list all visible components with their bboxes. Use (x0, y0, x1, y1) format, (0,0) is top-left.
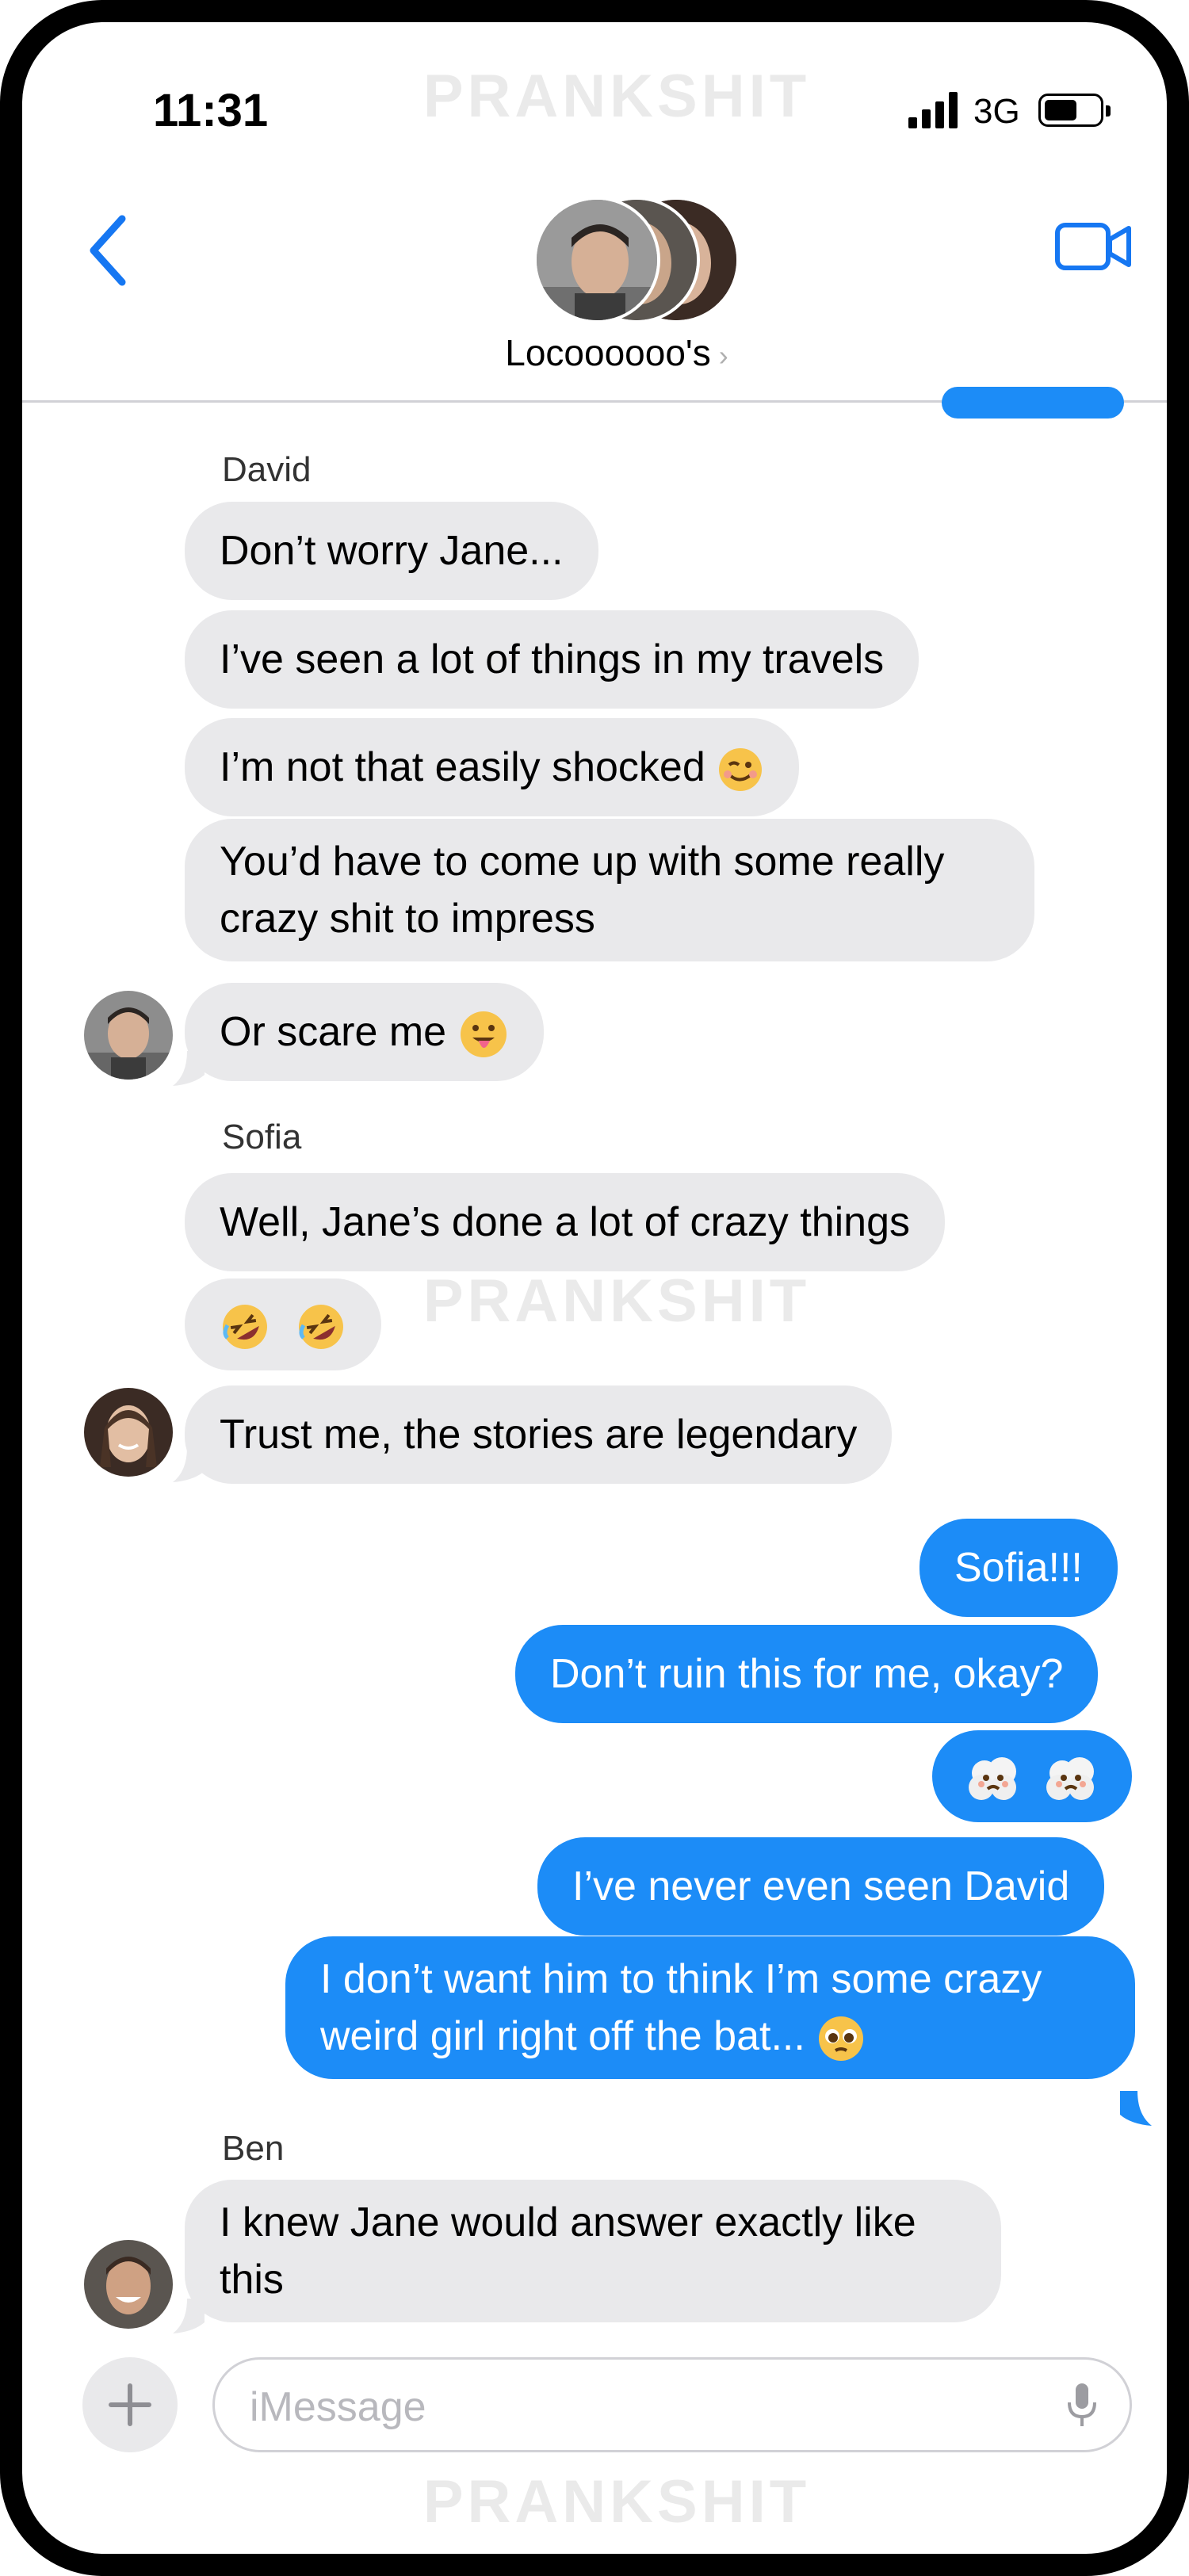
message-bubble[interactable]: Don’t worry Jane... (185, 502, 598, 600)
sender-name-ben: Ben (222, 2129, 285, 2168)
sender-name-david: David (222, 450, 312, 489)
bubble-tail (1120, 2091, 1152, 2126)
avatar-david (84, 991, 173, 1080)
message-bubble[interactable]: I’m not that easily shocked (185, 718, 800, 816)
add-attachment-button[interactable] (82, 2357, 178, 2452)
message-bubble[interactable]: I’ve seen a lot of things in my travels (185, 610, 919, 709)
partial-outgoing-bubble (942, 387, 1124, 419)
outgoing-message-bubble[interactable]: Don’t ruin this for me, okay? (515, 1625, 1099, 1723)
group-avatars[interactable] (533, 197, 740, 323)
message-bubble[interactable]: Trust me, the stories are legendary (185, 1385, 893, 1484)
status-time: 11:31 (153, 85, 269, 136)
pleading-emoji-icon (819, 2016, 864, 2062)
conversation-title[interactable]: Locoooooo's › (22, 331, 1167, 374)
network-type: 3G (973, 92, 1020, 131)
message-input[interactable]: iMessage (212, 2357, 1132, 2452)
rolling-laughing-emoji-icon (223, 1305, 267, 1350)
message-input-placeholder: iMessage (250, 2384, 426, 2430)
message-text: Or scare me (220, 1009, 447, 1055)
conversation-header: Locoooooo's › (22, 181, 1167, 403)
signal-icon (908, 92, 959, 128)
message-bubble[interactable]: Or scare me (185, 983, 544, 1081)
rolling-laughing-emoji-icon (299, 1305, 344, 1350)
outgoing-message-bubble[interactable]: I’ve never even seen David (537, 1837, 1105, 1936)
avatar-david (533, 197, 660, 323)
message-bubble[interactable]: Well, Jane’s done a lot of crazy things (185, 1173, 945, 1271)
video-call-icon[interactable] (1054, 219, 1134, 274)
cloud-face-emoji-icon (1046, 1757, 1095, 1801)
back-chevron-icon[interactable] (86, 211, 133, 290)
message-list[interactable]: David Don’t worry Jane... I’ve seen a lo… (22, 387, 1167, 2337)
battery-icon (1038, 94, 1111, 127)
avatar-ben (84, 2240, 173, 2329)
cloud-face-emoji-icon (969, 1757, 1016, 1801)
sender-name-sofia: Sofia (222, 1118, 302, 1156)
tongue-emoji-icon (460, 1011, 507, 1058)
emoji-message-bubble[interactable] (185, 1278, 382, 1370)
outgoing-message-bubble[interactable]: I don’t want him to think I’m some crazy… (285, 1936, 1135, 2079)
avatar-sofia (84, 1388, 173, 1477)
message-text: I don’t want him to think I’m some crazy… (320, 1956, 1042, 2059)
plus-icon (109, 2383, 151, 2426)
compose-bar: iMessage (22, 2337, 1167, 2479)
message-text: I’m not that easily shocked (220, 744, 705, 790)
status-bar: 11:31 3G (22, 22, 1167, 181)
outgoing-emoji-bubble[interactable] (932, 1730, 1133, 1823)
message-bubble[interactable]: You’d have to come up with some really c… (185, 819, 1034, 961)
phone-frame: PRANKSHIT PRANKSHIT PRANKSHIT 11:31 3G L… (0, 0, 1189, 2576)
outgoing-message-bubble[interactable]: Sofia!!! (919, 1519, 1118, 1617)
message-bubble[interactable]: I knew Jane would answer exactly like th… (185, 2180, 1001, 2322)
microphone-icon[interactable] (1066, 2380, 1098, 2431)
winking-emoji-icon (719, 748, 763, 792)
